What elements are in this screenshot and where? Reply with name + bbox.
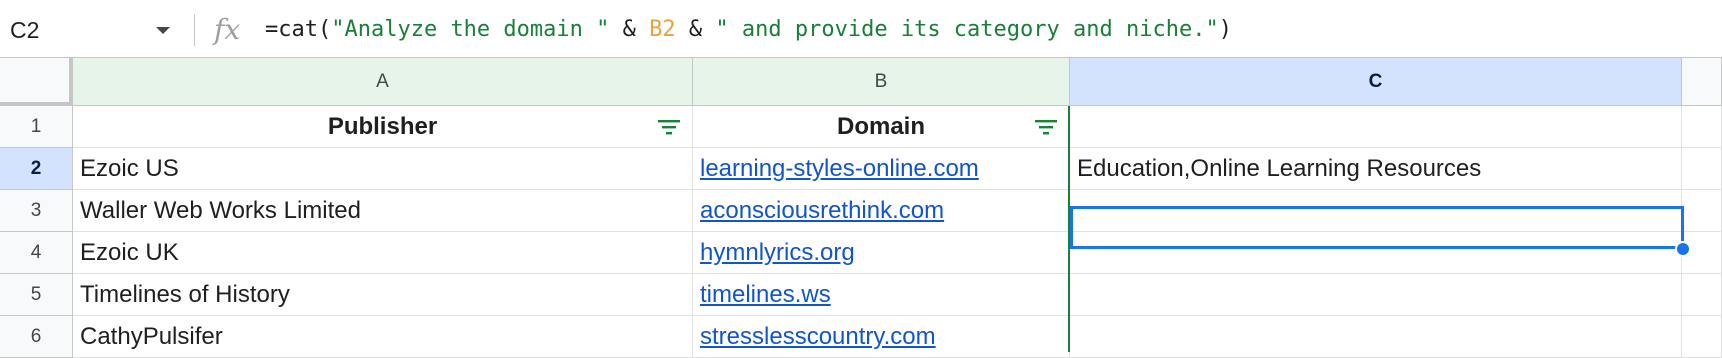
cell-a4[interactable]: Ezoic UK	[73, 232, 693, 274]
row-header-2[interactable]: 2	[0, 148, 73, 190]
cell-a1[interactable]: Publisher	[73, 106, 693, 148]
select-all-corner[interactable]	[0, 58, 73, 106]
cell-b5[interactable]: timelines.ws	[693, 274, 1070, 316]
fill-handle[interactable]	[1675, 241, 1691, 257]
column-letter: A	[376, 71, 389, 92]
formula-bar: C2 fx =cat("Analyze the domain " & B2 & …	[0, 0, 1722, 58]
cell-b1[interactable]: Domain	[693, 106, 1070, 148]
column-header-c[interactable]: C	[1070, 58, 1682, 106]
column-letter: C	[1368, 71, 1383, 92]
cell-a5[interactable]: Timelines of History	[73, 274, 693, 316]
row-header-5[interactable]: 5	[0, 274, 73, 316]
cell-b3[interactable]: aconsciousrethink.com	[693, 190, 1070, 232]
cell-c3[interactable]	[1070, 190, 1682, 232]
cell-d5[interactable]	[1682, 274, 1722, 316]
spreadsheet-grid: A B C 1 Publisher Domain 2 Ezoic US learning-…	[0, 58, 1722, 358]
formula-token-op: &	[609, 17, 650, 42]
cell-d3[interactable]	[1682, 190, 1722, 232]
formula-token-op: &	[675, 17, 716, 42]
row-header-1[interactable]: 1	[0, 106, 73, 148]
formula-token-op: )	[1218, 17, 1232, 42]
cell-b2[interactable]: learning-styles-online.com	[693, 148, 1070, 190]
cell-d2[interactable]	[1682, 148, 1722, 190]
chevron-down-icon[interactable]	[152, 20, 174, 40]
formula-input[interactable]: =cat("Analyze the domain " & B2 & " and …	[265, 12, 1702, 48]
filter-icon[interactable]	[1034, 118, 1058, 136]
cell-a2[interactable]: Ezoic US	[73, 148, 693, 190]
formula-token-ref: B2	[649, 17, 676, 42]
formula-token-op: =cat(	[265, 17, 332, 42]
column-header-a[interactable]: A	[73, 58, 693, 106]
formula-token-str: "Analyze the domain "	[331, 17, 610, 42]
column-header-b[interactable]: B	[693, 58, 1070, 106]
cell-a3[interactable]: Waller Web Works Limited	[73, 190, 693, 232]
column-header-d[interactable]	[1682, 58, 1722, 106]
formula-token-str: " and provide its category and niche."	[715, 17, 1219, 42]
cell-c5[interactable]	[1070, 274, 1682, 316]
column-letter: B	[874, 71, 888, 92]
cell-b4[interactable]: hymnlyrics.org	[693, 232, 1070, 274]
cell-d1[interactable]	[1682, 106, 1722, 148]
fx-icon: fx	[214, 13, 241, 46]
filter-range-border	[1068, 106, 1070, 352]
cell-c2[interactable]: Education,Online Learning Resources	[1070, 148, 1682, 190]
formula-bar-divider	[194, 14, 195, 46]
cell-c1[interactable]	[1070, 106, 1682, 148]
cell-c4[interactable]	[1070, 232, 1682, 274]
row-header-4[interactable]: 4	[0, 232, 73, 274]
row-header-3[interactable]: 3	[0, 190, 73, 232]
filter-icon[interactable]	[657, 118, 681, 136]
